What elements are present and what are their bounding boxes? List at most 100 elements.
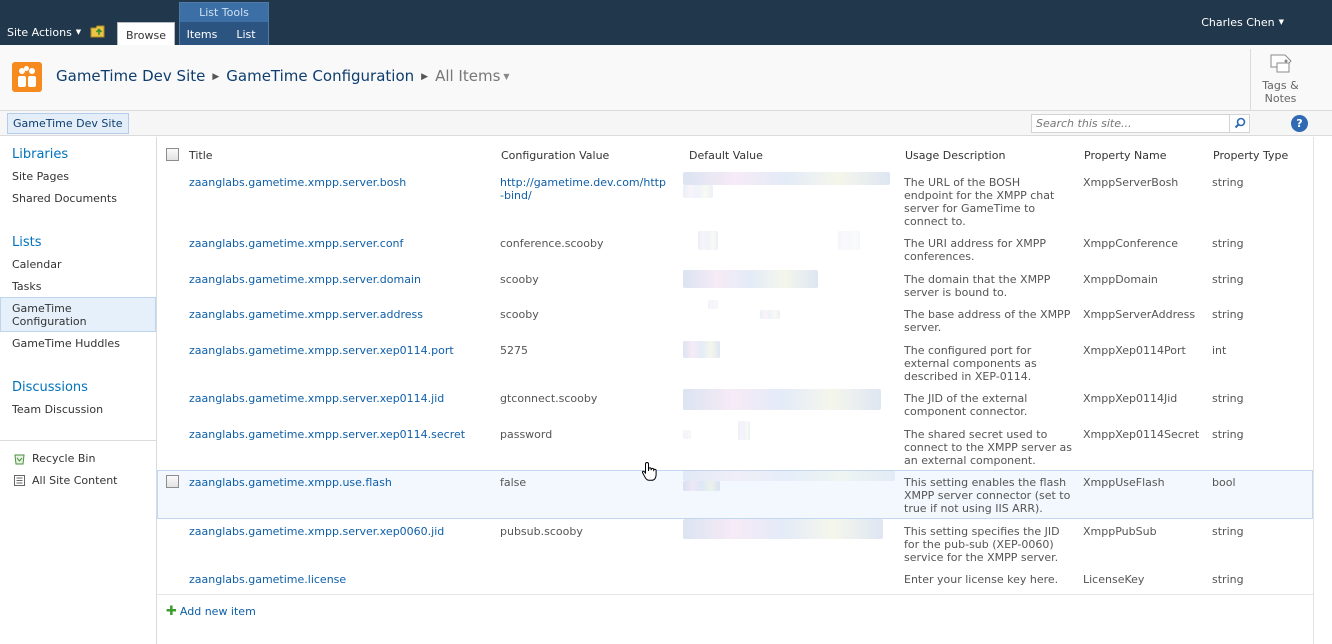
default-value-redacted <box>683 389 881 410</box>
column-header-usage-description[interactable]: Usage Description <box>905 149 1005 162</box>
search-button[interactable] <box>1230 114 1250 133</box>
tags-notes-line1: Tags & <box>1262 79 1299 92</box>
default-value-redacted <box>698 231 718 250</box>
row-config-value: scooby <box>500 273 539 286</box>
default-value-redacted <box>760 310 780 319</box>
tab-list[interactable]: List <box>224 22 268 45</box>
ql-item-gametime-configuration[interactable]: GameTime Configuration <box>12 302 102 328</box>
add-icon: ✚ <box>166 604 177 619</box>
default-value-redacted <box>683 470 895 481</box>
column-header-config-value[interactable]: Configuration Value <box>501 149 609 162</box>
ql-heading-lists[interactable]: Lists <box>12 235 42 250</box>
row-usage-description: The domain that the XMPP server is bound… <box>904 273 1051 299</box>
column-header-property-type[interactable]: Property Type <box>1213 149 1288 162</box>
row-property-name: XmppServerAddress <box>1083 308 1196 321</box>
top-navigation: GameTime Dev Site Search this site... ? <box>0 111 1332 136</box>
row-property-name: XmppUseFlash <box>1083 476 1165 489</box>
row-title[interactable]: zaanglabs.gametime.xmpp.server.xep0114.j… <box>189 392 444 405</box>
row-title[interactable]: zaanglabs.gametime.xmpp.server.xep0114.s… <box>189 428 465 441</box>
ql-item-team-discussion[interactable]: Team Discussion <box>12 403 103 416</box>
ql-item-calendar[interactable]: Calendar <box>12 258 61 271</box>
default-value-redacted <box>708 300 718 309</box>
hand-cursor-icon <box>642 461 657 481</box>
ql-item-shared-documents[interactable]: Shared Documents <box>12 192 117 205</box>
search-input[interactable]: Search this site... <box>1031 114 1230 133</box>
column-header-property-name[interactable]: Property Name <box>1084 149 1167 162</box>
view-selector-label: All Items <box>435 67 501 85</box>
row-config-value: false <box>500 476 527 489</box>
row-property-type: string <box>1212 176 1244 189</box>
ql-divider <box>0 440 157 441</box>
row-property-name: XmppPubSub <box>1083 525 1157 538</box>
row-config-value-line2: -bind/ <box>500 189 532 202</box>
tab-items[interactable]: Items <box>180 22 224 45</box>
ql-heading-discussions[interactable]: Discussions <box>12 380 88 395</box>
ql-item-recycle-bin[interactable]: Recycle Bin <box>32 452 95 465</box>
recycle-bin-icon <box>14 454 25 465</box>
row-usage-description: This setting enables the flash XMPP serv… <box>904 476 1071 515</box>
row-property-type: int <box>1212 344 1227 357</box>
row-usage-description: The URI address for XMPP conferences. <box>904 237 1047 263</box>
default-value-redacted <box>683 270 818 288</box>
tags-notes-line2: Notes <box>1264 92 1297 105</box>
column-header-default-value[interactable]: Default Value <box>689 149 763 162</box>
ql-item-all-site-content[interactable]: All Site Content <box>32 474 118 487</box>
view-selector[interactable]: All Items ▼ <box>435 67 509 85</box>
row-usage-description: The configured port for external compone… <box>904 344 1037 383</box>
user-menu[interactable]: Charles Chen ▼ <box>1201 16 1284 29</box>
row-property-name: XmppXep0114Jid <box>1083 392 1178 405</box>
ql-item-site-pages[interactable]: Site Pages <box>12 170 69 183</box>
row-title[interactable]: zaanglabs.gametime.xmpp.server.bosh <box>189 176 406 189</box>
content-border <box>1313 137 1314 644</box>
row-config-value: password <box>500 428 553 441</box>
row-config-value: conference.scooby <box>500 237 604 250</box>
row-property-type: string <box>1212 273 1244 286</box>
row-property-name: XmppXep0114Secret <box>1083 428 1200 441</box>
row-property-name: XmppDomain <box>1083 273 1158 286</box>
ql-item-tasks[interactable]: Tasks <box>12 280 41 293</box>
row-property-name: LicenseKey <box>1083 573 1145 586</box>
row-title[interactable]: zaanglabs.gametime.license <box>189 573 346 586</box>
row-config-value: gtconnect.scooby <box>500 392 598 405</box>
row-config-value: 5275 <box>500 344 528 357</box>
default-value-redacted <box>683 430 691 439</box>
row-config-value: pubsub.scooby <box>500 525 583 538</box>
site-logo-icon[interactable] <box>12 62 42 92</box>
row-usage-description: The shared secret used to connect to the… <box>904 428 1073 467</box>
row-usage-description: The base address of the XMPP server. <box>904 308 1071 334</box>
breadcrumb-site[interactable]: GameTime Dev Site <box>56 67 205 85</box>
row-title[interactable]: zaanglabs.gametime.xmpp.use.flash <box>189 476 392 489</box>
tab-browse[interactable]: Browse <box>117 22 175 45</box>
quick-launch: Libraries Site Pages Shared Documents Li… <box>0 137 157 644</box>
row-title[interactable]: zaanglabs.gametime.xmpp.server.xep0060.j… <box>189 525 444 538</box>
help-icon[interactable]: ? <box>1291 115 1308 132</box>
row-title[interactable]: zaanglabs.gametime.xmpp.server.xep0114.p… <box>189 344 454 357</box>
ql-heading-libraries[interactable]: Libraries <box>12 147 68 162</box>
row-checkbox[interactable] <box>166 475 179 488</box>
column-header-title[interactable]: Title <box>189 149 213 162</box>
title-area: GameTime Dev Site ▶ GameTime Configuration… <box>0 45 1332 111</box>
default-value-redacted <box>683 172 890 185</box>
row-title[interactable]: zaanglabs.gametime.xmpp.server.conf <box>189 237 403 250</box>
tags-notes-button[interactable]: Tags & Notes <box>1250 49 1310 111</box>
add-new-item-link[interactable]: ✚ Add new item <box>166 604 256 619</box>
site-actions-menu[interactable]: Site Actions ▼ <box>7 26 81 39</box>
list-tools-title: List Tools <box>180 3 268 22</box>
navigate-up-icon[interactable] <box>90 24 106 38</box>
row-property-type: string <box>1212 392 1244 405</box>
row-config-value[interactable]: http://gametime.dev.com/http -bind/ <box>500 176 666 202</box>
topnav-item-site[interactable]: GameTime Dev Site <box>7 113 129 134</box>
ql-item-gametime-huddles[interactable]: GameTime Huddles <box>12 337 120 350</box>
row-property-name: XmppServerBosh <box>1083 176 1179 189</box>
row-title[interactable]: zaanglabs.gametime.xmpp.server.address <box>189 308 423 321</box>
row-title[interactable]: zaanglabs.gametime.xmpp.server.domain <box>189 273 421 286</box>
select-all-checkbox[interactable] <box>166 148 179 161</box>
default-value-redacted <box>683 185 713 198</box>
row-property-name: XmppConference <box>1083 237 1179 250</box>
row-property-type: string <box>1212 308 1244 321</box>
tags-notes-icon <box>1270 54 1292 73</box>
breadcrumb-list[interactable]: GameTime Configuration <box>226 67 414 85</box>
breadcrumb: GameTime Dev Site ▶ GameTime Configuration… <box>56 67 510 85</box>
default-value-redacted <box>683 519 883 539</box>
add-new-item-label: Add new item <box>179 605 256 618</box>
